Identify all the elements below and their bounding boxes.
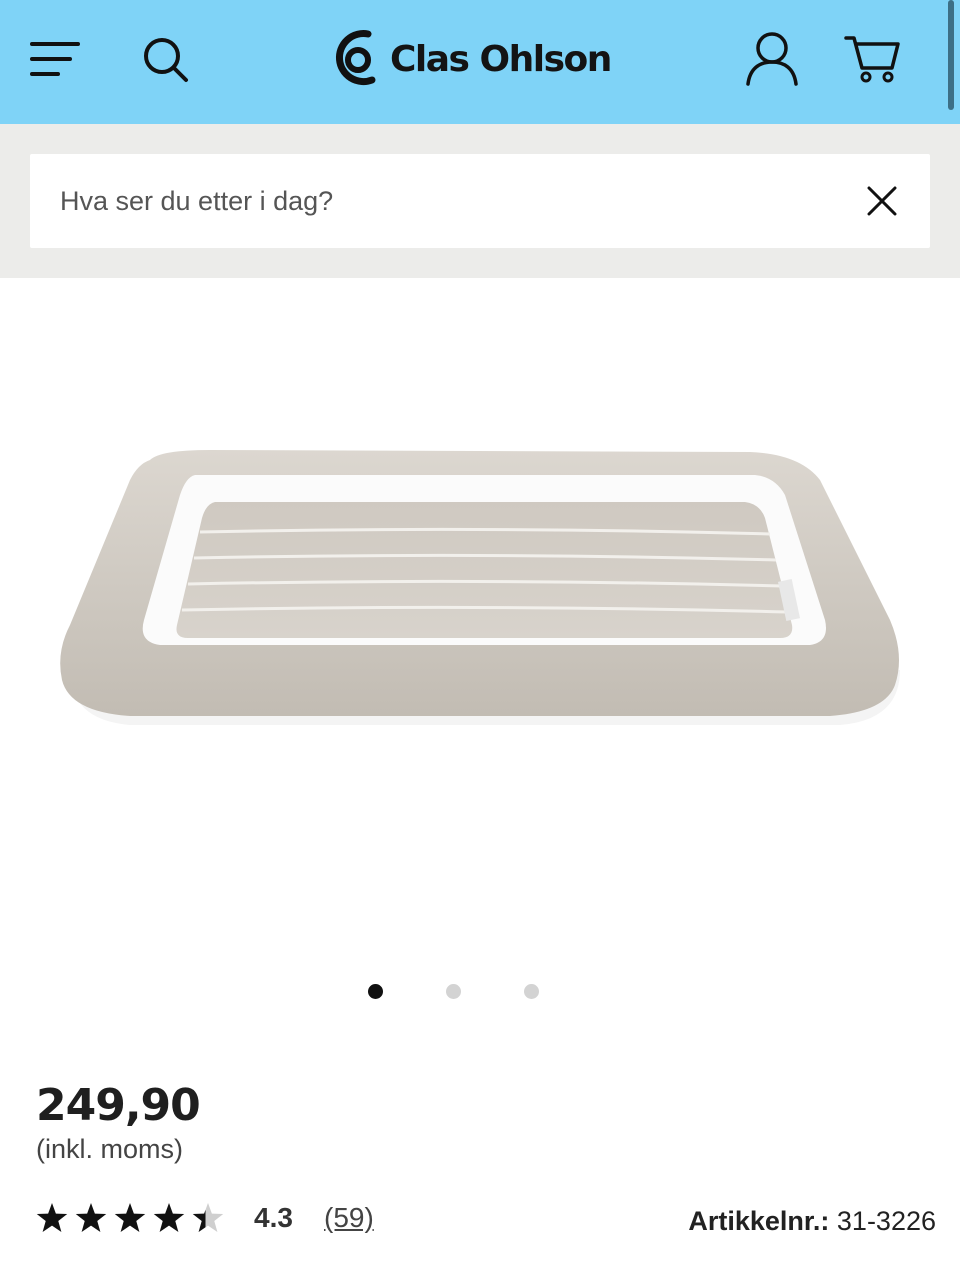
rating-value: 4.3 [254,1202,293,1233]
search-box [30,154,930,248]
star-icon [153,1203,185,1232]
brand-logo[interactable]: Clas Ohlson [332,24,612,94]
brand-name: Clas Ohlson [390,38,612,80]
top-app-bar: Clas Ohlson [0,0,960,124]
search-icon[interactable] [140,34,192,86]
search-band [0,124,960,278]
search-input[interactable] [60,154,840,248]
star-icon [114,1203,146,1232]
price-vat-note: (inkl. moms) [36,1134,183,1164]
star-icon [75,1203,107,1232]
gallery-dot-3[interactable] [524,984,539,999]
cart-icon[interactable] [842,32,902,84]
product-image[interactable] [40,420,920,760]
clas-ohlson-logo-icon [336,30,376,86]
article-number-value: 31-3226 [836,1206,936,1236]
rating-row: 4.3 (59) Artikkelnr.: 31-3226 [36,1198,936,1242]
gallery-pagination [0,984,960,1000]
gallery-dot-1[interactable] [368,984,383,999]
user-icon[interactable] [744,30,800,88]
article-number-label: Artikkelnr.: [688,1206,830,1236]
scroll-indicator [948,0,954,110]
product-price: 249,90 [36,1080,201,1131]
menu-icon[interactable] [28,36,82,82]
star-icon [36,1203,68,1232]
rating-stars[interactable] [36,1202,236,1234]
review-count-link[interactable]: (59) [324,1202,374,1234]
gallery-dot-2[interactable] [446,984,461,999]
article-number: Artikkelnr.: 31-3226 [688,1206,936,1237]
close-icon[interactable] [866,185,898,217]
